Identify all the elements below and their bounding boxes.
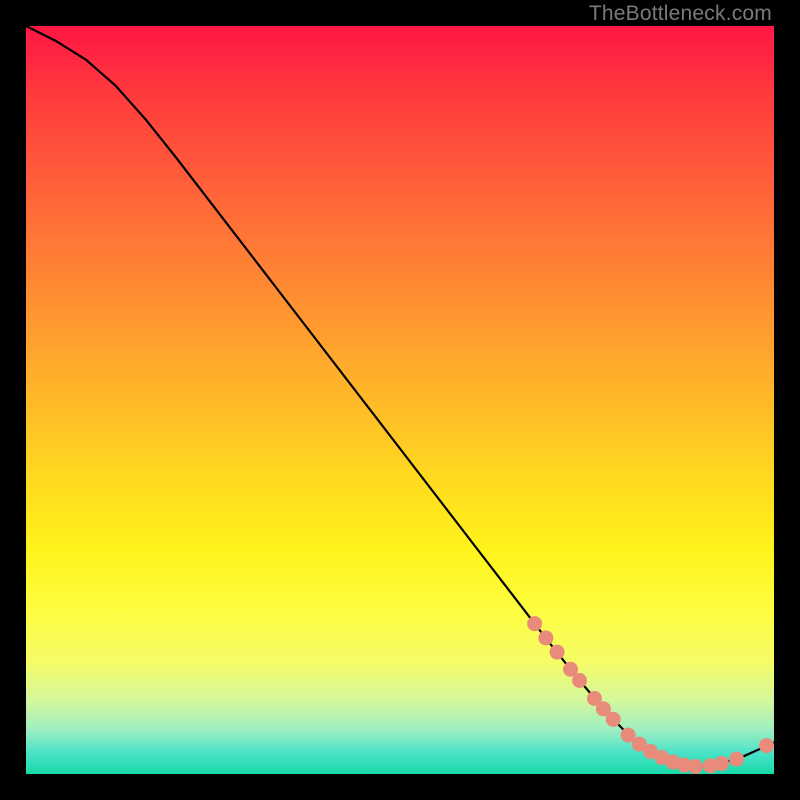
curve-marker: [572, 673, 587, 688]
curve-marker: [550, 645, 565, 660]
chart-svg: [26, 26, 774, 774]
curve-marker: [538, 630, 553, 645]
curve-marker: [729, 752, 744, 767]
curve-markers: [527, 616, 774, 774]
curve-marker: [527, 616, 542, 631]
plot-area: [26, 26, 774, 774]
watermark-label: TheBottleneck.com: [589, 2, 772, 26]
bottleneck-curve: [26, 26, 774, 767]
curve-marker: [606, 712, 621, 727]
curve-marker: [759, 738, 774, 753]
curve-marker: [714, 756, 729, 771]
chart-stage: TheBottleneck.com: [0, 0, 800, 800]
curve-marker: [688, 759, 703, 774]
